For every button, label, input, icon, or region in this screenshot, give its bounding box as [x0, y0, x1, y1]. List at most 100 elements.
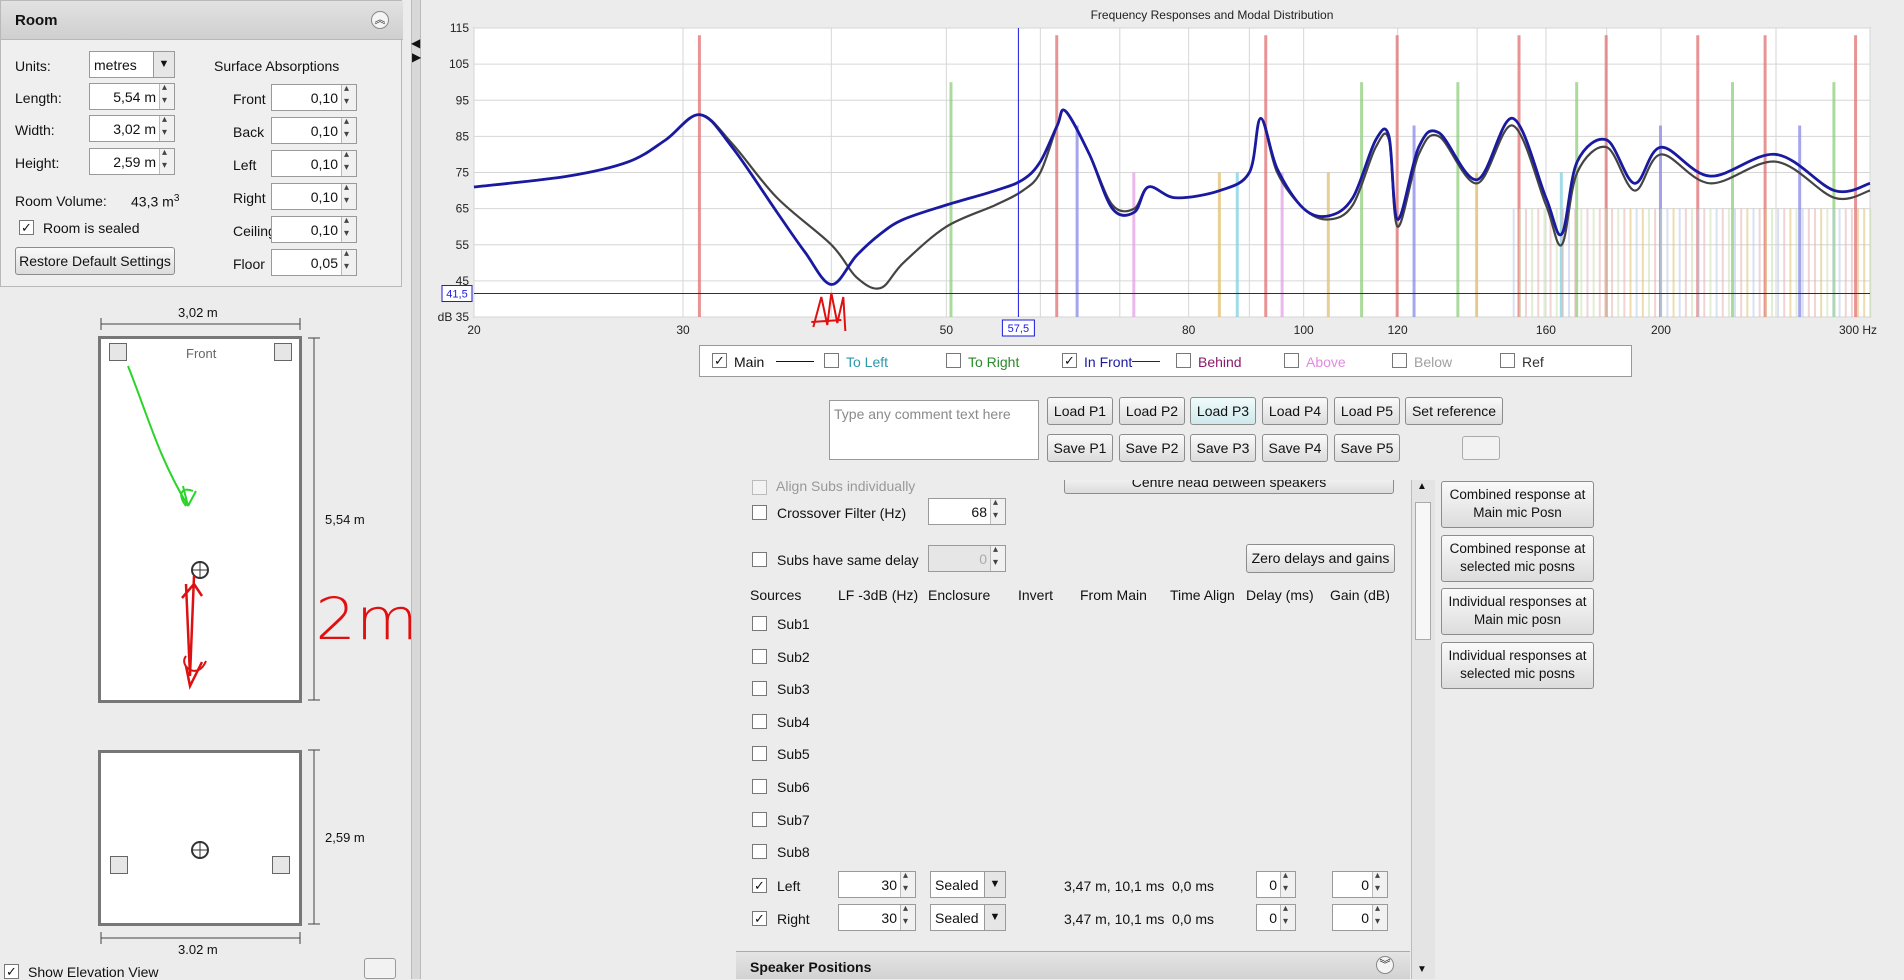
response-view-button[interactable]: Individual responses at Main mic posn: [1441, 588, 1594, 635]
load-preset-button[interactable]: Load P3: [1190, 397, 1256, 425]
sub-checkbox[interactable]: [752, 746, 767, 762]
centre-head-button[interactable]: Centre head between speakers: [1064, 480, 1394, 494]
spinner-icon[interactable]: [159, 114, 174, 141]
height-field[interactable]: 2,59 m: [89, 147, 175, 175]
zero-delays-button[interactable]: Zero delays and gains: [1246, 544, 1395, 573]
save-preset-button[interactable]: Save P3: [1190, 434, 1256, 462]
lf-3db-field[interactable]: 30: [838, 870, 916, 898]
response-view-button[interactable]: Combined response at selected mic posns: [1441, 534, 1594, 582]
collapse-left-icon[interactable]: ◀: [411, 36, 420, 50]
save-preset-button[interactable]: Save P1: [1047, 434, 1113, 462]
speaker-right-icon[interactable]: [272, 856, 290, 874]
sub-checkbox[interactable]: [752, 779, 767, 794]
spinner-icon[interactable]: [341, 248, 356, 275]
legend-checkbox[interactable]: [1176, 353, 1191, 368]
gain-field[interactable]: 0: [1332, 870, 1388, 898]
scroll-thumb[interactable]: [1415, 502, 1431, 640]
chevron-down-icon[interactable]: ▼: [984, 872, 1005, 897]
lf-3db-field[interactable]: 30: [838, 903, 916, 931]
legend-checkbox[interactable]: [1500, 353, 1515, 368]
expand-icon[interactable]: ︾: [1376, 956, 1394, 974]
spinner-icon[interactable]: [1280, 903, 1295, 930]
collapse-icon[interactable]: ︽: [371, 11, 389, 29]
spinner-icon[interactable]: [900, 903, 915, 930]
spinner-icon[interactable]: [900, 870, 915, 897]
restore-defaults-button[interactable]: Restore Default Settings: [15, 247, 175, 275]
absorption-field[interactable]: 0,10: [271, 182, 357, 210]
save-preset-button[interactable]: Save P2: [1119, 434, 1185, 462]
delay-field[interactable]: 0: [1256, 870, 1296, 898]
spinner-icon[interactable]: [990, 497, 1005, 524]
absorption-field[interactable]: 0,10: [271, 149, 357, 177]
sub-checkbox[interactable]: [752, 648, 767, 664]
response-view-button[interactable]: Individual responses at selected mic posn…: [1441, 641, 1594, 689]
comment-input[interactable]: Type any comment text here: [829, 400, 1039, 460]
spinner-icon[interactable]: [341, 116, 356, 143]
room-sealed-checkbox[interactable]: ✓: [19, 220, 34, 235]
expand-right-icon[interactable]: ▶: [412, 50, 421, 64]
legend-checkbox[interactable]: ✓: [1062, 353, 1077, 368]
sub-checkbox[interactable]: [752, 844, 767, 860]
gain-field[interactable]: 0: [1332, 903, 1388, 931]
enclosure-select[interactable]: Sealed ▼: [930, 904, 1006, 931]
spinner-icon[interactable]: [341, 83, 356, 110]
chevron-down-icon[interactable]: ▼: [984, 905, 1005, 930]
speaker-positions-header[interactable]: Speaker Positions ︾: [736, 951, 1410, 979]
absorption-field[interactable]: 0,10: [271, 83, 357, 111]
same-delay-field[interactable]: 0: [928, 544, 1006, 572]
same-delay-checkbox[interactable]: [752, 552, 767, 567]
scroll-down-icon[interactable]: ▼: [1417, 964, 1427, 975]
spinner-icon[interactable]: [1280, 870, 1295, 897]
width-field[interactable]: 3,02 m: [89, 114, 175, 142]
spinner-icon[interactable]: [990, 544, 1005, 571]
spinner-icon[interactable]: [1372, 870, 1387, 897]
crossover-field[interactable]: 68: [928, 497, 1006, 525]
load-preset-button[interactable]: Load P1: [1047, 397, 1113, 425]
legend-checkbox[interactable]: [1392, 353, 1407, 368]
units-select[interactable]: metres ▼: [89, 51, 175, 78]
speaker-enable-checkbox[interactable]: ✓: [752, 878, 767, 893]
absorption-field[interactable]: 0,10: [271, 116, 357, 144]
legend-checkbox[interactable]: [1284, 353, 1299, 368]
load-preset-button[interactable]: Load P4: [1262, 397, 1328, 425]
legend-checkbox[interactable]: [824, 353, 839, 368]
length-field[interactable]: 5,54 m: [89, 82, 175, 110]
save-preset-button[interactable]: Save P5: [1334, 434, 1400, 462]
legend-checkbox[interactable]: [946, 353, 961, 368]
response-view-button[interactable]: Combined response at Main mic Posn: [1441, 481, 1594, 528]
crossover-checkbox[interactable]: [752, 505, 767, 520]
spinner-icon[interactable]: [341, 149, 356, 176]
set-reference-button[interactable]: Set reference: [1405, 397, 1503, 425]
frequency-response-chart[interactable]: Frequency Responses and Modal Distributi…: [427, 0, 1904, 340]
modal-line: [1280, 172, 1284, 317]
load-preset-button[interactable]: Load P2: [1119, 397, 1185, 425]
camera-icon[interactable]: [364, 958, 396, 979]
spinner-icon[interactable]: [159, 82, 174, 109]
align-subs-checkbox[interactable]: [752, 480, 767, 495]
sources-scrollbar[interactable]: ▲ ▼: [1411, 480, 1435, 979]
enclosure-select[interactable]: Sealed ▼: [930, 871, 1006, 898]
camera-icon[interactable]: [1462, 436, 1500, 460]
speaker-enable-checkbox[interactable]: ✓: [752, 911, 767, 926]
sub-checkbox[interactable]: [752, 811, 767, 827]
absorption-field[interactable]: 0,10: [271, 215, 357, 243]
listener-icon[interactable]: [189, 839, 211, 861]
show-elevation-checkbox[interactable]: ✓: [4, 964, 19, 979]
sub-checkbox[interactable]: [752, 616, 767, 631]
save-preset-button[interactable]: Save P4: [1262, 434, 1328, 462]
scroll-up-icon[interactable]: ▲: [1417, 481, 1427, 492]
sub-checkbox[interactable]: [752, 713, 767, 729]
spinner-icon[interactable]: [159, 147, 174, 174]
spinner-icon[interactable]: [1372, 903, 1387, 930]
spinner-icon[interactable]: [341, 182, 356, 209]
sub-checkbox[interactable]: [752, 681, 767, 697]
delay-field[interactable]: 0: [1256, 903, 1296, 931]
absorption-field[interactable]: 0,05: [271, 248, 357, 276]
load-preset-button[interactable]: Load P5: [1334, 397, 1400, 425]
chevron-down-icon[interactable]: ▼: [153, 52, 174, 77]
speaker-left-icon[interactable]: [110, 856, 128, 874]
spinner-icon[interactable]: [341, 215, 356, 242]
elevation-view[interactable]: [98, 750, 302, 926]
splitter-bar[interactable]: ◀ ▶: [411, 0, 421, 979]
legend-checkbox[interactable]: ✓: [712, 353, 727, 368]
